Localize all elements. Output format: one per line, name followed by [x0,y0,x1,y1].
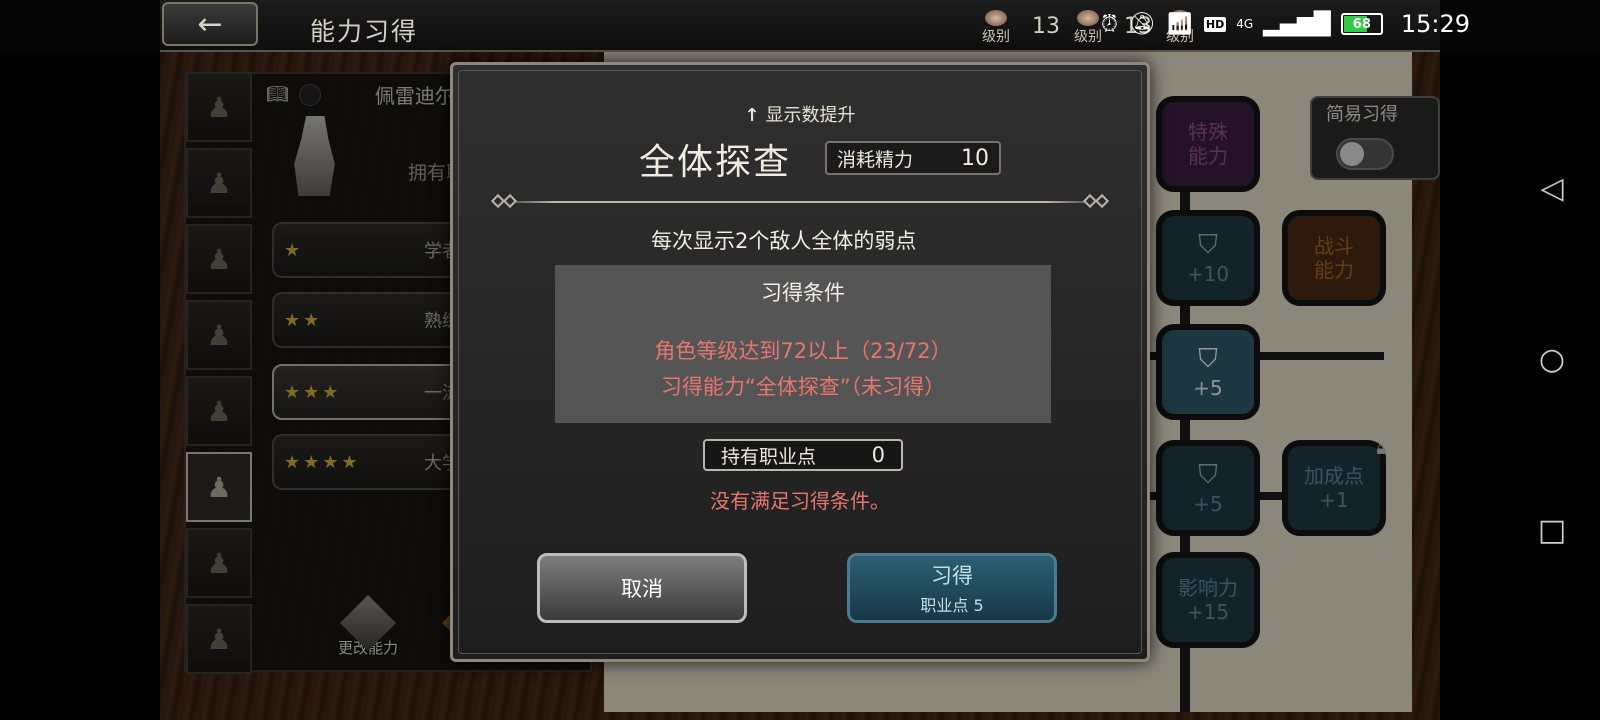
requirement-ability: 习得能力“全体探查”（未习得） [660,375,946,399]
learn-label: 习得 [931,564,973,588]
requirement-level: 角色等级达到72以上（23/72） [654,339,952,363]
wifi-icon: 📶︎ [1165,11,1194,37]
level-indicator: 级别 13 [976,6,1060,46]
clock: 15:29 [1400,10,1470,38]
requirements-title: 习得条件 [761,281,845,305]
level-badge-icon: 级别 [976,6,1016,46]
battery-level: 68 [1352,16,1371,32]
nav-back-icon[interactable]: ◁ [1535,172,1569,206]
ability-detail-dialog: ↑ 显示数提升 全体探查 消耗精力 10 每次显示2个敌人全体的弱点 习得条件 角… [450,62,1150,662]
learn-button[interactable]: 习得 职业点 5 [847,553,1057,623]
sp-cost-box: 消耗精力 10 [825,141,1001,175]
requirements-panel: 习得条件 角色等级达到72以上（23/72） 习得能力“全体探查”（未习得） [555,265,1051,423]
hint-text: 显示数提升 [765,105,856,126]
back-arrow-icon: ← [197,6,223,42]
requirement-warning: 没有满足习得条件。 [710,489,890,513]
battery-icon: 68 [1340,13,1383,35]
sp-cost-value: 10 [961,145,989,171]
nav-home-icon[interactable]: ○ [1535,343,1569,377]
learn-cost: 职业点 5 [920,596,984,615]
page-title: 能力习得 [310,17,419,46]
back-button[interactable]: ← [162,2,258,46]
ability-description: 每次显示2个敌人全体的弱点 [651,229,917,253]
owned-job-points-box: 持有职业点 0 [703,439,903,471]
sp-cost-label: 消耗精力 [837,148,914,171]
cancel-label: 取消 [621,577,663,601]
mute-icon: 🔕︎ [1127,11,1156,37]
nav-recents-icon[interactable]: □ [1535,514,1569,548]
signal-icon: ▂▄▆█ [1263,11,1331,37]
alarm-icon: ⏰︎ [1100,11,1118,37]
network-type: 4G [1236,17,1254,31]
hd-icon: HD [1203,16,1227,32]
divider [490,193,1110,209]
cancel-button[interactable]: 取消 [537,553,747,623]
owned-job-points-label: 持有职业点 [721,445,817,468]
ability-title: 全体探查 [639,142,792,183]
android-status-bar: ⏰︎ 🔕︎ 📶︎ HD 4G ▂▄▆█ 68 15:29 [1101,6,1470,42]
level-value: 13 [1032,13,1060,39]
owned-job-points-value: 0 [871,443,885,467]
up-arrow-icon: ↑ [744,105,760,126]
hint-row: ↑ 显示数提升 [453,101,1147,127]
